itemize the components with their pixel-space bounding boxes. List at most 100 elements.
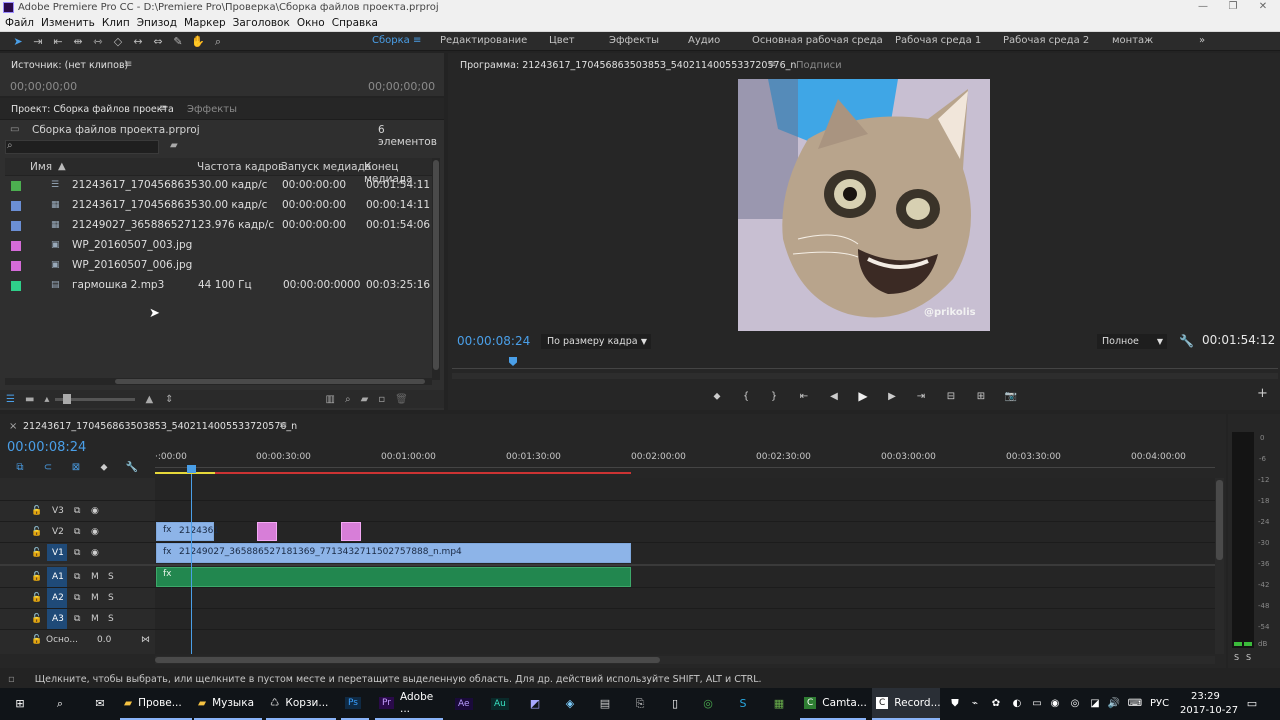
- solo-button[interactable]: S: [108, 572, 114, 582]
- sync-lock-icon[interactable]: ⧉: [74, 593, 80, 603]
- mark-in-icon[interactable]: {: [732, 391, 760, 402]
- go-to-out-icon[interactable]: ⇥: [906, 391, 936, 402]
- new-bin-from-search-icon[interactable]: ▰: [170, 140, 178, 151]
- find-icon[interactable]: ⌕: [345, 394, 351, 405]
- sync-lock-icon[interactable]: ⧉: [74, 548, 80, 558]
- table-row[interactable]: ☰ 21243617_1704568635 30.00 кадр/с 00:00…: [5, 176, 432, 196]
- add-marker-icon[interactable]: ⬥: [90, 462, 118, 473]
- step-forward-icon[interactable]: ▶: [878, 391, 906, 402]
- program-time-ruler[interactable]: [452, 357, 1278, 369]
- minimize-icon[interactable]: —: [1188, 0, 1218, 15]
- work-area-bar[interactable]: [155, 472, 215, 474]
- track-lock-icon[interactable]: 🔓: [31, 593, 42, 603]
- nest-toggle-icon[interactable]: ⧉: [6, 462, 34, 473]
- clear-icon[interactable]: 🗑: [395, 394, 408, 405]
- fit-dropdown[interactable]: По размеру кадра ▼: [541, 334, 651, 349]
- zoom-tool-icon[interactable]: ⌕: [208, 35, 228, 49]
- task-premiere[interactable]: Pr Adobe ...: [375, 688, 443, 720]
- close-icon[interactable]: ✕: [1248, 0, 1278, 15]
- sync-lock-icon[interactable]: ⧉: [74, 527, 80, 537]
- razor-tool-icon[interactable]: ◇: [108, 35, 128, 48]
- tray-app-icon[interactable]: ▭: [1028, 695, 1046, 713]
- workspace-effects[interactable]: Эффекты: [609, 35, 659, 46]
- pen-tool-icon[interactable]: ✎: [168, 35, 188, 48]
- slip-tool-icon[interactable]: ↔: [128, 35, 148, 48]
- program-playhead[interactable]: [509, 357, 517, 366]
- track-v1-label[interactable]: V1: [52, 548, 64, 558]
- task-explorer-check[interactable]: ▰ Прове...: [120, 688, 192, 720]
- timeline-ruler[interactable]: ·:00:00 00:00:30:00 00:01:00:00 00:01:30…: [155, 448, 1215, 474]
- table-row[interactable]: ▦ 21249027_3658865271 23.976 кадр/с 00:0…: [5, 216, 432, 236]
- track-lock-icon[interactable]: 🔓: [31, 635, 42, 645]
- tray-app-icon[interactable]: ◎: [1066, 695, 1084, 713]
- maximize-icon[interactable]: ❐: [1218, 0, 1248, 15]
- timeline-timecode[interactable]: 00:00:08:24: [7, 440, 86, 455]
- workspace-montage[interactable]: монтаж: [1112, 35, 1153, 46]
- lift-icon[interactable]: ⊟: [936, 391, 966, 402]
- timeline-menu-icon[interactable]: ≡: [279, 420, 287, 431]
- track-lock-icon[interactable]: 🔓: [31, 506, 42, 516]
- mute-button[interactable]: M: [91, 572, 99, 582]
- export-frame-icon[interactable]: 📷: [996, 391, 1026, 402]
- image-clip[interactable]: [257, 522, 277, 541]
- workspace-1[interactable]: Рабочая среда 1: [895, 35, 981, 46]
- go-to-end-icon[interactable]: ⋈: [141, 635, 150, 645]
- go-to-in-icon[interactable]: ⇤: [788, 391, 820, 402]
- col-name[interactable]: Имя: [30, 161, 52, 173]
- shield-icon[interactable]: ⛊: [946, 695, 964, 713]
- clock-date[interactable]: 2017-10-27: [1180, 705, 1238, 716]
- menu-file[interactable]: Файл: [5, 17, 34, 29]
- eye-icon[interactable]: ◉: [91, 527, 99, 537]
- mail-icon[interactable]: ✉: [91, 695, 109, 713]
- keyboard-icon[interactable]: ⌨: [1126, 695, 1144, 713]
- col-frame-rate[interactable]: Частота кадров: [197, 161, 284, 173]
- selection-tool-icon[interactable]: ➤: [8, 35, 28, 48]
- track-a1-label[interactable]: A1: [52, 572, 64, 582]
- project-horizontal-scrollbar[interactable]: [5, 378, 432, 385]
- mute-button[interactable]: M: [91, 593, 99, 603]
- track-lock-icon[interactable]: 🔓: [31, 527, 42, 537]
- source-menu-icon[interactable]: ≡: [124, 59, 132, 70]
- language-indicator[interactable]: РУС: [1150, 698, 1169, 709]
- ripple-edit-tool-icon[interactable]: ⇤: [48, 35, 68, 48]
- clipboard-icon[interactable]: ⎘: [631, 695, 649, 713]
- timeline-playhead-handle[interactable]: [187, 465, 196, 473]
- a1-audio-clip[interactable]: fx: [156, 567, 631, 587]
- tray-app-icon[interactable]: ◪: [1086, 695, 1104, 713]
- menu-title[interactable]: Заголовок: [233, 17, 290, 29]
- icon-view-icon[interactable]: ▬: [25, 394, 34, 405]
- sync-lock-icon[interactable]: ⧉: [74, 506, 80, 516]
- notifications-icon[interactable]: ▭: [1243, 695, 1261, 713]
- meter-solo-left[interactable]: S: [1234, 653, 1239, 662]
- menu-marker[interactable]: Маркер: [184, 17, 226, 29]
- task-recycle-bin[interactable]: ♺ Корзи...: [266, 688, 336, 720]
- timeline-playhead-line[interactable]: [191, 474, 192, 654]
- table-row[interactable]: ▤ гармошка 2.mp3 44 100 Гц 00:00:00:0000…: [5, 276, 432, 296]
- add-marker-icon[interactable]: ⬥: [702, 391, 732, 402]
- search-icon[interactable]: ⌕: [51, 695, 69, 713]
- menu-edit[interactable]: Изменить: [41, 17, 95, 29]
- menu-sequence[interactable]: Эпизод: [137, 17, 177, 29]
- master-volume-value[interactable]: 0.0: [97, 635, 111, 645]
- visual-studio-icon[interactable]: ◩: [526, 695, 544, 713]
- track-v2-label[interactable]: V2: [52, 527, 64, 537]
- project-search-input[interactable]: [5, 140, 159, 154]
- project-menu-icon[interactable]: ≡: [159, 103, 167, 114]
- workspace-assembly[interactable]: Сборка: [372, 35, 410, 46]
- eye-icon[interactable]: ◉: [91, 506, 99, 516]
- task-photoshop[interactable]: Ps: [341, 688, 369, 720]
- automate-to-sequence-icon[interactable]: ▥: [326, 394, 335, 405]
- table-row[interactable]: ▣ WP_20160507_006.jpg: [5, 256, 432, 276]
- workspace-main[interactable]: Основная рабочая среда: [752, 35, 883, 46]
- app-icon[interactable]: ◈: [561, 695, 579, 713]
- task-recorder[interactable]: C Record...: [872, 688, 941, 720]
- snap-icon[interactable]: ⊂: [34, 462, 62, 473]
- task-after-effects[interactable]: Ae: [451, 688, 479, 720]
- documents-icon[interactable]: ▤: [596, 695, 614, 713]
- sort-ascending-icon[interactable]: ▲: [58, 161, 66, 172]
- mute-button[interactable]: M: [91, 614, 99, 624]
- list-view-icon[interactable]: ☰: [6, 394, 15, 405]
- chrome-icon[interactable]: ◎: [699, 695, 717, 713]
- track-lock-icon[interactable]: 🔓: [31, 548, 42, 558]
- app-icon[interactable]: ▦: [770, 695, 788, 713]
